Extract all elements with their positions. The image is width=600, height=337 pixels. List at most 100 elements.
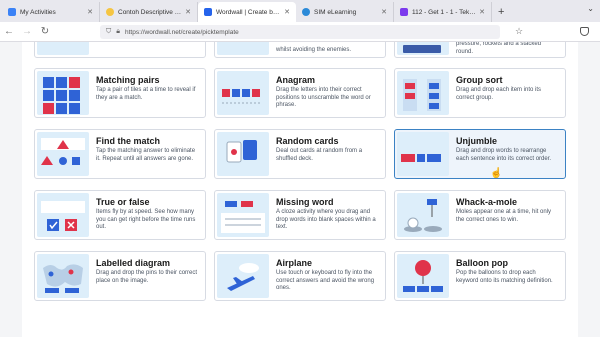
shield-icon: ⛉ <box>106 28 112 35</box>
close-tab-icon[interactable]: ✕ <box>185 8 191 16</box>
template-description: A cloze activity where you drag and drop… <box>276 209 376 230</box>
template-title: Labelled diagram <box>96 258 171 268</box>
matching-pairs-thumbnail <box>37 71 89 115</box>
template-title: Balloon pop <box>456 258 508 268</box>
template-thumbnail <box>37 42 89 55</box>
template-description: pressure, rockets and a stacked round. <box>456 42 542 55</box>
site-favicon-icon <box>106 8 114 16</box>
wordwall-favicon-icon <box>8 8 16 16</box>
true-or-false-thumbnail <box>37 193 89 237</box>
template-description: Moles appear one at a time, hit only the… <box>456 209 552 223</box>
template-card-matching-pairs[interactable]: Matching pairs Tap a pair of tiles at a … <box>34 68 206 118</box>
template-card-missing-word[interactable]: Missing word A cloze activity where you … <box>214 190 386 240</box>
browser-tab-descriptive-text[interactable]: Contoh Descriptive Text Singk ✕ <box>100 2 198 22</box>
tab-label: Contoh Descriptive Text Singk <box>118 8 182 16</box>
tab-list-chevron-icon[interactable]: ⌄ <box>587 4 594 13</box>
template-card-airplane[interactable]: Airplane Use touch or keyboard to fly in… <box>214 251 386 301</box>
tab-label: SIM eLearning <box>314 8 357 16</box>
template-title: Group sort <box>456 75 503 85</box>
template-description: Drag the letters into their correct posi… <box>276 87 371 108</box>
cards-icon <box>226 140 257 163</box>
template-panel: whilst avoiding the enemies. pressure, r… <box>22 42 578 337</box>
browser-tab-wordwall[interactable]: Wordwall | Create better lesso ✕ <box>198 2 296 22</box>
template-description: Deal out cards at random from a shuffled… <box>276 148 363 162</box>
labelled-diagram-thumbnail <box>37 254 89 298</box>
template-card-balloon-pop[interactable]: Balloon pop Pop the balloons to drop eac… <box>394 251 566 301</box>
back-arrow-icon[interactable]: ← <box>0 26 18 37</box>
bookmark-star-icon[interactable]: ☆ <box>515 26 523 37</box>
template-card-anagram[interactable]: Anagram Drag the letters into their corr… <box>214 68 386 118</box>
template-description: Tap the matching answer to eliminate it.… <box>96 148 196 162</box>
reload-icon[interactable]: ↻ <box>36 26 54 37</box>
template-description: whilst avoiding the enemies. <box>276 47 352 53</box>
template-card-random-cards[interactable]: Random cards Deal out cards at random fr… <box>214 129 386 179</box>
missing-word-thumbnail <box>217 193 269 237</box>
map-pins-icon <box>43 264 83 293</box>
template-card-group-sort[interactable]: Group sort Drag and drop each item into … <box>394 68 566 118</box>
template-description: Drag and drop words to rearrange each se… <box>456 148 552 162</box>
template-thumbnail <box>397 42 449 55</box>
template-card-labelled-diagram[interactable]: Labelled diagram Drag and drop the pins … <box>34 251 206 301</box>
template-description: Items fly by at speed. See how many you … <box>96 209 196 230</box>
tab-label: Wordwall | Create better lesso <box>216 8 281 16</box>
forward-arrow-icon[interactable]: → <box>18 26 36 37</box>
template-card-true-or-false[interactable]: True or false Items fly by at speed. See… <box>34 190 206 240</box>
check-cross-icon <box>41 201 85 231</box>
balloon-pop-thumbnail <box>397 254 449 298</box>
unjumble-thumbnail <box>397 132 449 176</box>
new-tab-button[interactable]: + <box>492 2 510 22</box>
template-card-partial[interactable]: pressure, rockets and a stacked round. <box>394 42 566 58</box>
url-text: https://wordwall.net/create/picktemplate <box>124 28 239 36</box>
grouped-boxes-icon <box>403 79 441 111</box>
navigation-bar: ← → ↻ ⛉ 🔒︎ https://wordwall.net/create/p… <box>0 22 600 42</box>
random-cards-thumbnail <box>217 132 269 176</box>
whack-a-mole-thumbnail <box>397 193 449 237</box>
template-card-find-the-match[interactable]: Find the match Tap the matching answer t… <box>34 129 206 179</box>
word-blocks-icon <box>401 154 441 162</box>
close-tab-icon[interactable]: ✕ <box>284 8 290 16</box>
template-title: Anagram <box>276 75 316 85</box>
shapes-icon <box>41 138 85 165</box>
page-content: whilst avoiding the enemies. pressure, r… <box>0 42 600 337</box>
tab-label: 112 - Get 1 - 1 - Teknologi Ba <box>412 8 477 16</box>
balloon-icon <box>403 260 443 292</box>
wordwall-favicon-icon <box>204 8 212 16</box>
template-thumbnail <box>217 42 269 55</box>
close-tab-icon[interactable]: ✕ <box>87 8 93 16</box>
template-card-partial[interactable]: whilst avoiding the enemies. <box>214 42 386 58</box>
airplane-thumbnail <box>217 254 269 298</box>
anagram-thumbnail <box>217 71 269 115</box>
template-title: Find the match <box>96 136 161 146</box>
site-favicon-icon <box>400 8 408 16</box>
template-title: Whack-a-mole <box>456 197 518 207</box>
cloze-icon <box>221 201 265 233</box>
airplane-icon <box>227 263 259 291</box>
browser-tab-my-activities[interactable]: My Activities ✕ <box>2 2 100 22</box>
template-card-whack-a-mole[interactable]: Whack-a-mole Moles appear one at a time,… <box>394 190 566 240</box>
pointer-hand-cursor-icon: ☝ <box>490 168 503 179</box>
group-sort-thumbnail <box>397 71 449 115</box>
lock-icon: 🔒︎ <box>116 28 120 35</box>
letter-tiles-icon <box>222 89 262 104</box>
template-card-partial[interactable] <box>34 42 206 58</box>
template-title: Matching pairs <box>96 75 160 85</box>
template-title: Airplane <box>276 258 313 268</box>
template-description: Pop the balloons to drop each keyword on… <box>456 270 553 284</box>
find-the-match-thumbnail <box>37 132 89 176</box>
browser-tab-teknologi[interactable]: 112 - Get 1 - 1 - Teknologi Ba ✕ <box>394 2 492 22</box>
pocket-icon[interactable] <box>580 27 589 36</box>
tiles-grid-icon <box>43 77 80 114</box>
template-description: Tap a pair of tiles at a time to reveal … <box>96 87 196 101</box>
template-title: Random cards <box>276 136 339 146</box>
browser-tab-sim-elearning[interactable]: SIM eLearning ✕ <box>296 2 394 22</box>
template-title: True or false <box>96 197 150 207</box>
tab-label: My Activities <box>20 8 56 16</box>
template-description: Use touch or keyboard to fly into the co… <box>276 270 375 291</box>
close-tab-icon[interactable]: ✕ <box>479 8 485 16</box>
mole-hammer-icon <box>404 199 442 232</box>
template-title: Missing word <box>276 197 334 207</box>
template-card-unjumble[interactable]: Unjumble Drag and drop words to rearrang… <box>394 129 566 179</box>
template-description: Drag and drop each item into its correct… <box>456 87 542 101</box>
address-bar[interactable]: ⛉ 🔒︎ https://wordwall.net/create/picktem… <box>100 25 500 39</box>
close-tab-icon[interactable]: ✕ <box>381 8 387 16</box>
